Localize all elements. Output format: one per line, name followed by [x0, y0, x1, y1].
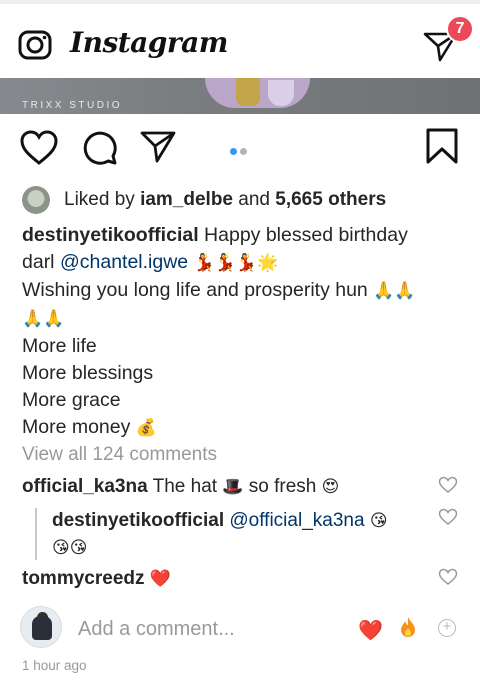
avatar-detail	[32, 616, 52, 640]
view-all-comments-link[interactable]: View all 124 comments	[22, 444, 217, 466]
notification-badge: 7	[446, 15, 474, 43]
comment-item: official_ka3na The hat 🎩 so fresh 😍	[22, 476, 339, 498]
likes-count[interactable]: 5,665 others	[275, 189, 386, 211]
comment-emoji: 😍	[321, 477, 340, 497]
comment-username[interactable]: tommycreedz	[22, 568, 145, 589]
quick-reaction-fire-icon[interactable]	[399, 616, 417, 638]
post-caption: destinyetikoofficial Happy blessed birth…	[22, 222, 462, 442]
quick-reaction-heart[interactable]: ❤️	[358, 618, 383, 643]
reply-thread-line	[35, 508, 37, 560]
camera-icon[interactable]	[18, 27, 52, 61]
add-comment-input[interactable]: Add a comment...	[78, 618, 235, 641]
comment-text: so fresh	[248, 476, 317, 497]
image-detail	[236, 78, 260, 106]
like-heart-icon[interactable]	[20, 130, 58, 166]
caption-text: More grace	[22, 389, 121, 411]
comment-composer: Add a comment... ❤️ +	[20, 606, 460, 652]
liker-avatar	[22, 186, 50, 214]
comment-like-heart-icon[interactable]	[438, 568, 458, 586]
reply-item: destinyetikoofficial @official_ka3na 😘	[52, 510, 388, 532]
image-detail	[268, 80, 294, 106]
likes-prefix: Liked by	[64, 189, 135, 210]
comment-username[interactable]: official_ka3na	[22, 476, 148, 497]
reply-emoji: 😘	[369, 511, 388, 531]
caption-text: Happy blessed birthday	[204, 224, 408, 246]
reply-mention[interactable]: @official_ka3na	[229, 510, 364, 531]
top-bar: Instagram 7	[0, 0, 480, 78]
reply-item-line2: 😘😘	[52, 537, 87, 559]
likes-summary[interactable]: Liked by iam_delbe and 5,665 others	[22, 186, 386, 214]
comment-icon[interactable]	[82, 130, 118, 166]
comment-text: The hat	[152, 476, 218, 497]
caption-text: More blessings	[22, 362, 154, 384]
comment-item: tommycreedz ❤️	[22, 568, 171, 590]
post-timestamp: 1 hour ago	[22, 658, 87, 673]
caption-text: More money	[22, 416, 131, 438]
carousel-indicator	[230, 142, 250, 160]
caption-emoji: 💰	[135, 418, 157, 438]
likes-and: and	[238, 189, 270, 210]
post-image[interactable]: TRIXX STUDIO	[0, 78, 480, 114]
comment-emoji: ❤️	[149, 569, 171, 589]
share-icon[interactable]	[140, 130, 176, 164]
reply-username[interactable]: destinyetikoofficial	[52, 510, 224, 531]
caption-text: Wishing you long life and prosperity hun	[22, 279, 368, 301]
image-watermark: TRIXX STUDIO	[22, 100, 123, 111]
caption-emoji: 🙏🙏	[22, 309, 65, 329]
more-reactions-button[interactable]: +	[438, 619, 456, 637]
save-bookmark-icon[interactable]	[426, 128, 458, 164]
caption-text: darl	[22, 251, 55, 273]
comment-like-heart-icon[interactable]	[438, 508, 458, 526]
caption-mention[interactable]: @chantel.igwe	[60, 251, 188, 273]
instagram-logo: Instagram	[70, 26, 228, 59]
current-user-avatar	[20, 606, 62, 648]
reply-emoji: 😘😘	[52, 538, 88, 558]
caption-emoji: 🙏🙏	[373, 281, 416, 301]
caption-emoji: 💃💃💃🌟	[193, 253, 279, 273]
caption-username[interactable]: destinyetikoofficial	[22, 224, 199, 246]
comment-like-heart-icon[interactable]	[438, 476, 458, 494]
carousel-dot-active	[230, 148, 237, 155]
carousel-dot	[240, 148, 247, 155]
liker-username[interactable]: iam_delbe	[140, 189, 233, 211]
comment-emoji: 🎩	[222, 477, 244, 497]
caption-text: More life	[22, 335, 97, 357]
